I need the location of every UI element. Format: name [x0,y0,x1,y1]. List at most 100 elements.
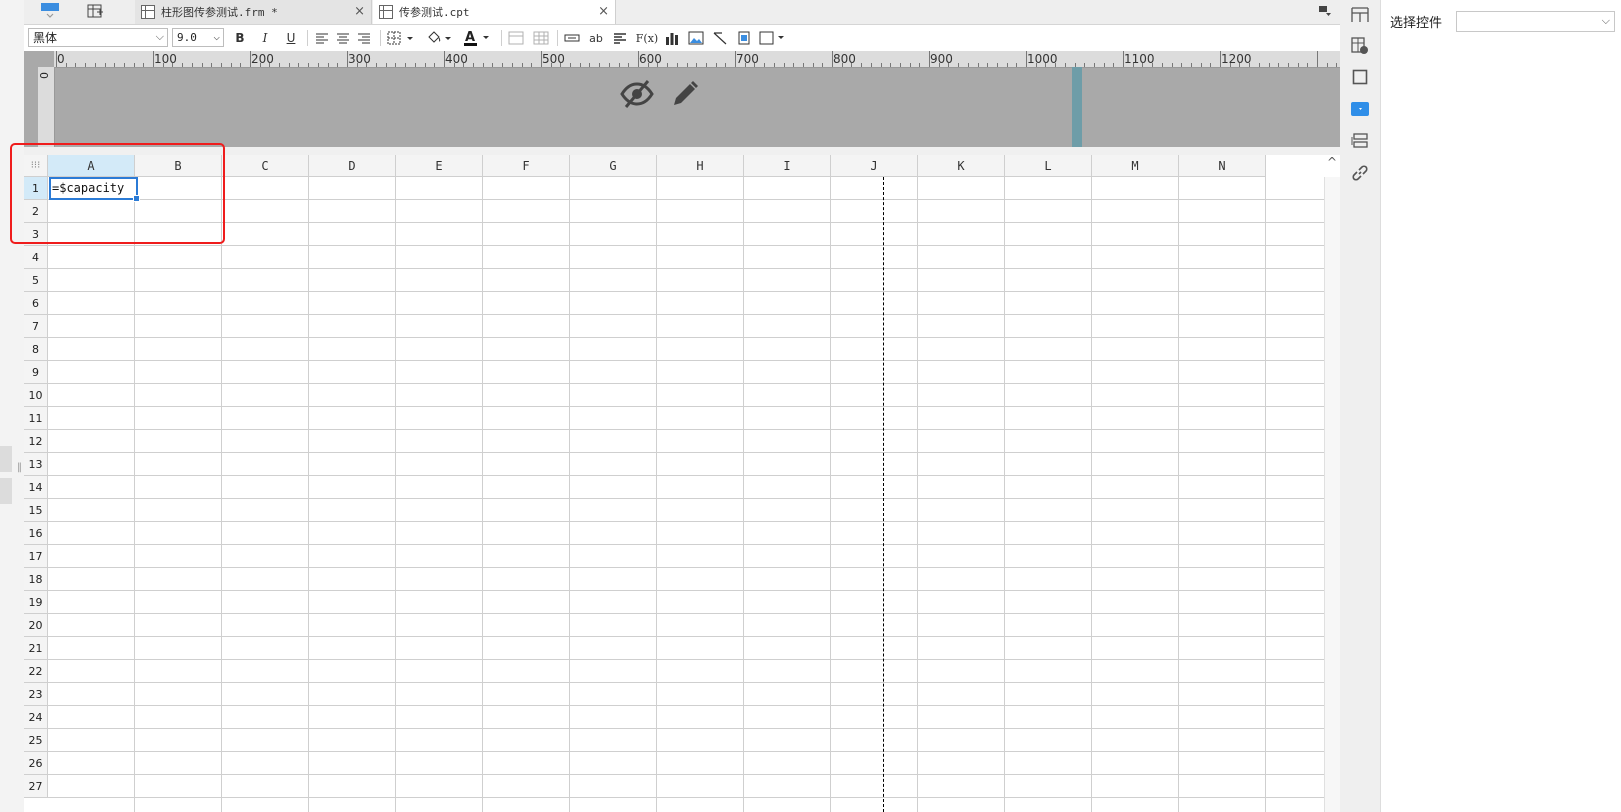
ruler-tick [473,63,474,67]
column-header-k[interactable]: K [918,155,1005,177]
ruler-tick [667,63,668,67]
ruler-tick [56,51,57,67]
column-header-f[interactable]: F [483,155,570,177]
insert-float-element-button[interactable] [758,28,788,48]
insert-text-button[interactable]: ab [586,28,606,48]
row-header-13[interactable]: 13 [24,453,48,476]
tab-cpt-document[interactable]: 传参测试.cpt × [373,0,616,24]
insert-rich-text-button[interactable] [610,28,630,48]
align-center-icon [337,33,349,44]
new-document-button[interactable] [38,0,62,22]
column-header-h[interactable]: H [657,155,744,177]
insert-slash-button[interactable] [710,28,730,48]
row-header-24[interactable]: 24 [24,706,48,729]
left-collapse-tab[interactable] [0,478,12,504]
column-header-m[interactable]: M [1092,155,1179,177]
merge-cells-button[interactable] [506,28,526,48]
widget-select[interactable]: ⌵ [1456,11,1615,32]
row-header-8[interactable]: 8 [24,338,48,361]
resize-grip-icon[interactable]: ‖ [17,462,22,473]
page-width-marker[interactable] [1072,67,1082,147]
ruler-tick [279,63,280,67]
font-color-button[interactable]: A [462,28,492,48]
left-collapse-tab[interactable] [0,446,12,472]
ruler-tick [444,51,445,67]
grid-table-icon[interactable] [84,0,106,22]
insert-image-button[interactable] [686,28,706,48]
row-header-6[interactable]: 6 [24,292,48,315]
ruler-tick [541,51,542,67]
border-icon[interactable] [1350,67,1370,87]
property-panel: 选择控件 ⌵ [1381,0,1621,812]
underline-button[interactable]: U [281,28,301,48]
insert-text-field-button[interactable] [562,28,582,48]
row-header-26[interactable]: 26 [24,752,48,775]
bar-chart-icon [666,33,678,45]
font-family-select[interactable]: 黑体 ⌵ [28,28,168,47]
column-header-l[interactable]: L [1005,155,1092,177]
column-header-d[interactable]: D [309,155,396,177]
row-header-20[interactable]: 20 [24,614,48,637]
row-header-15[interactable]: 15 [24,499,48,522]
bold-button[interactable]: B [230,28,250,48]
row-header-18[interactable]: 18 [24,568,48,591]
row-header-9[interactable]: 9 [24,361,48,384]
align-center-button[interactable] [333,28,353,48]
row-header-7[interactable]: 7 [24,315,48,338]
svg-text:A: A [465,30,475,45]
ruler-label: 800 [833,52,856,66]
window-menu-icon[interactable] [1314,0,1336,22]
column-header-i[interactable]: I [744,155,831,177]
row-header-16[interactable]: 16 [24,522,48,545]
split-cells-button[interactable] [531,28,551,48]
column-header-n[interactable]: N [1179,155,1266,177]
vertical-scrollbar[interactable] [1324,177,1340,812]
row-header-17[interactable]: 17 [24,545,48,568]
row-header-10[interactable]: 10 [24,384,48,407]
fill-color-button[interactable] [424,28,454,48]
pencil-icon[interactable] [670,79,700,112]
row-header-5[interactable]: 5 [24,269,48,292]
ruler-tick [1259,63,1260,67]
border-dropdown-button[interactable] [386,28,416,48]
column-header-g[interactable]: G [570,155,657,177]
link-icon[interactable] [1350,163,1370,183]
align-right-button[interactable] [354,28,374,48]
cell-area[interactable] [48,177,1340,812]
tab-frm-document[interactable]: 柱形图传参测试.frm * × [135,0,372,24]
close-icon[interactable]: × [598,4,609,19]
row-header-4[interactable]: 4 [24,246,48,269]
row-header-27[interactable]: 27 [24,775,48,798]
row-header-22[interactable]: 22 [24,660,48,683]
ruler-tick [1317,51,1318,67]
insert-subreport-button[interactable] [734,28,754,48]
italic-button[interactable]: I [255,28,275,48]
ruler-tick [871,63,872,67]
spreadsheet-grid[interactable]: ⁝⁝⁝ ^ A B C D E F G H I J K L M N 1 2 3 4 5 6 7 8 9 10 11 12 13 14 1… [24,155,1340,812]
font-size-select[interactable]: 9.0 ⌵ [172,28,224,47]
row-header-19[interactable]: 19 [24,591,48,614]
ruler-tick [716,63,717,67]
chevron-down-icon: ⌵ [1601,14,1610,27]
ruler-tick [939,63,940,67]
column-header-e[interactable]: E [396,155,483,177]
scroll-up-arrow-icon[interactable]: ^ [1324,155,1340,177]
align-left-button[interactable] [312,28,332,48]
insert-chart-button[interactable] [662,28,682,48]
column-header-c[interactable]: C [222,155,309,177]
row-header-11[interactable]: 11 [24,407,48,430]
form-layout-icon[interactable] [1350,131,1370,151]
column-header-j[interactable]: J [831,155,918,177]
row-header-14[interactable]: 14 [24,476,48,499]
ruler-tick [502,63,503,67]
row-header-12[interactable]: 12 [24,430,48,453]
insert-formula-button[interactable]: F(x) [634,28,660,48]
frame-icon[interactable] [1350,5,1370,25]
eye-off-icon[interactable] [620,79,654,112]
close-icon[interactable]: × [354,4,365,19]
widget-icon[interactable] [1350,99,1370,119]
row-header-25[interactable]: 25 [24,729,48,752]
row-header-21[interactable]: 21 [24,637,48,660]
cell-attr-icon[interactable] [1350,36,1370,56]
row-header-23[interactable]: 23 [24,683,48,706]
